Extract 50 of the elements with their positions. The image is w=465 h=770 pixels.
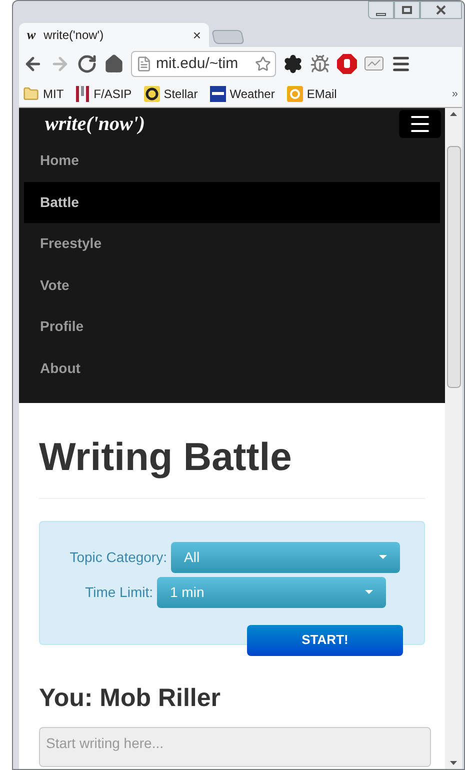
back-icon[interactable] [23,54,43,74]
menu-icon[interactable] [391,54,411,74]
bookmark[interactable]: Weather [210,85,275,103]
more-bookmarks[interactable]: » [452,86,458,102]
bug-icon[interactable] [310,54,330,74]
scroll-thumb[interactable] [446,146,460,388]
field-label: Time Limit: [85,582,153,602]
page-title: Writing Battle [39,403,425,498]
folder-icon [23,86,39,102]
bookmark[interactable]: Stellar [144,85,198,103]
field-label: Topic Category: [70,548,167,567]
nav-item[interactable]: Home [24,140,440,182]
writing-area[interactable]: Start writing here... [39,727,431,767]
browser-tab[interactable]: w write('now') × [19,23,209,47]
maximize-button[interactable] [394,1,420,19]
bars-icon [76,86,90,102]
nav-item[interactable]: Battle [24,182,440,223]
close-icon [436,5,446,15]
mail-icon [286,86,303,102]
nav-item[interactable]: About [24,348,440,389]
caret-icon [379,555,387,559]
minimize-button[interactable] [368,1,394,19]
caret-icon [365,590,373,594]
scrollbar[interactable] [445,108,462,769]
tab-title: write('now') [44,27,105,44]
bookmark[interactable]: MIT [23,85,64,103]
bookmark-star-icon[interactable] [255,56,271,72]
scroll-down-icon[interactable] [450,761,457,765]
chart-icon[interactable] [364,56,384,72]
minimize-icon [376,12,386,16]
start-button[interactable]: START! [247,624,403,656]
home-icon[interactable] [104,54,124,74]
favicon: w [27,26,36,44]
nav-item[interactable]: Profile [24,306,440,348]
stop-hand-icon[interactable] [337,54,357,74]
address-bar[interactable]: mit.edu/~tim [131,51,276,77]
close-window-button[interactable] [420,1,462,19]
bookmark[interactable]: EMail [286,85,337,103]
menu-toggle-button[interactable] [399,110,441,138]
scroll-up-icon[interactable] [450,112,457,116]
nav-item[interactable]: Freestyle [24,223,440,264]
page-icon [136,56,152,72]
maximize-icon [402,6,412,14]
reload-icon[interactable] [77,54,97,74]
player-name: You: Mob Riller [39,682,222,714]
url-text: mit.edu/~tim [156,54,240,74]
nav-item[interactable]: Vote [24,264,440,306]
tab-close-button[interactable]: × [192,24,201,46]
brand-logo[interactable]: write('now') [45,109,146,139]
bookmark[interactable]: F/ASIP [76,85,132,103]
